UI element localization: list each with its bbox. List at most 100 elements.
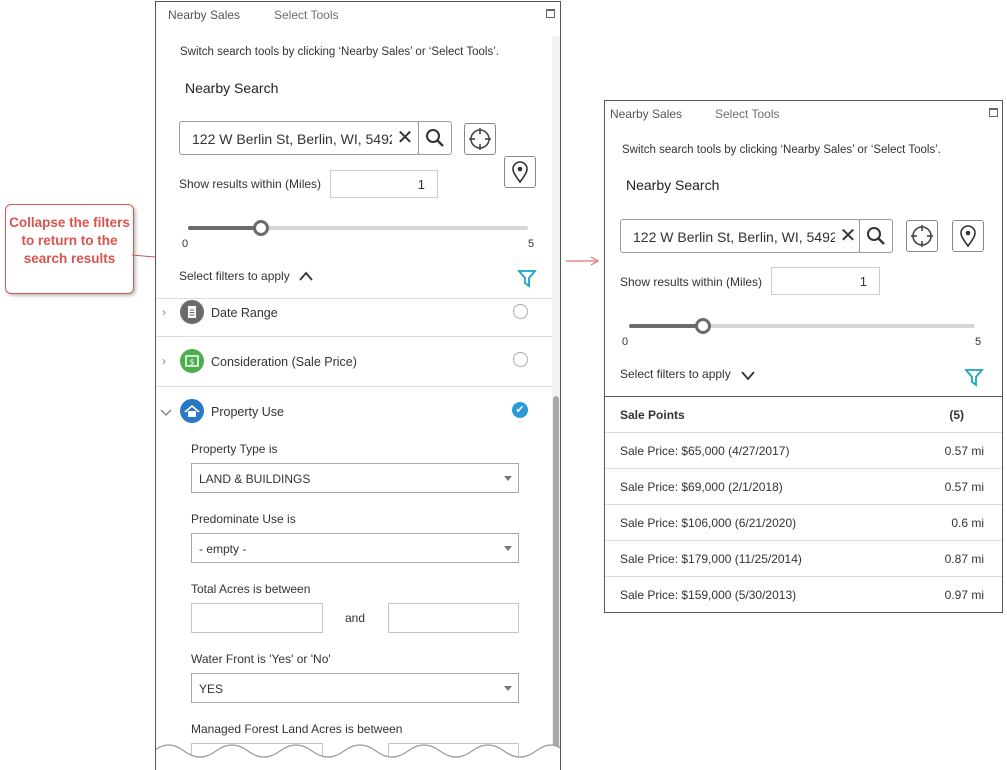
radius-slider-handle[interactable] [695, 318, 711, 334]
tab-nearby-sales[interactable]: Nearby Sales [168, 8, 240, 22]
result-label: Sale Price: $106,000 (6/21/2020) [620, 516, 797, 530]
crosshair-icon [469, 128, 491, 150]
money-icon: $ [180, 349, 204, 373]
radius-slider-handle[interactable] [253, 220, 269, 236]
section-title: Nearby Search [626, 177, 720, 193]
result-row[interactable]: Sale Price: $179,000 (11/25/2014) 0.87 m… [605, 540, 1002, 576]
clear-icon[interactable]: ✕ [839, 226, 857, 246]
property-type-label: Property Type is [191, 442, 278, 456]
property-type-value: LAND & BUILDINGS [199, 472, 311, 486]
result-row[interactable]: Sale Price: $159,000 (5/30/2013) 0.97 mi [605, 576, 1002, 612]
property-icon [180, 399, 204, 423]
slider-min-label: 0 [622, 336, 629, 348]
chevron-right-icon[interactable]: › [162, 354, 166, 368]
search-button[interactable] [418, 121, 452, 155]
result-row[interactable]: Sale Price: $106,000 (6/21/2020) 0.6 mi [605, 504, 1002, 540]
search-button[interactable] [859, 219, 893, 253]
locate-button[interactable] [906, 220, 938, 252]
address-value: 122 W Berlin St, Berlin, WI, 5492 [192, 131, 392, 147]
chevron-down-icon[interactable] [160, 408, 172, 418]
result-distance: 0.6 mi [951, 516, 984, 530]
tools-hint: Switch search tools by clicking ‘Nearby … [622, 144, 941, 156]
radius-value: 1 [859, 274, 867, 289]
dropdown-arrow-icon [504, 546, 512, 551]
map-pin-icon [512, 161, 528, 184]
results-title: Sale Points [620, 408, 685, 422]
total-acres-label: Total Acres is between [191, 582, 311, 596]
predominate-use-select[interactable]: - empty - [191, 533, 519, 563]
tab-select-tools[interactable]: Select Tools [715, 107, 779, 121]
filter-radio[interactable] [513, 352, 528, 367]
water-front-select[interactable]: YES [191, 673, 519, 703]
scrollbar-thumb[interactable] [553, 396, 559, 770]
radius-input[interactable]: 1 [771, 267, 880, 295]
checkmark-icon[interactable]: ✔ [512, 402, 528, 418]
callout-text: Collapse the filters to return to the se… [9, 215, 130, 266]
filter-row-property-use[interactable]: Property Use ✔ Property Type is LAND & B… [156, 386, 552, 770]
locate-button[interactable] [464, 123, 496, 155]
document-icon [180, 300, 204, 324]
results-header: Sale Points (5) [605, 396, 1002, 432]
clear-icon[interactable]: ✕ [396, 128, 414, 148]
total-acres-min-input[interactable] [191, 603, 323, 633]
map-pin-icon [960, 225, 976, 248]
predominate-use-label: Predominate Use is [191, 512, 296, 526]
right-panel: Nearby Sales Select Tools Switch search … [604, 100, 1003, 613]
chevron-right-icon[interactable]: › [162, 305, 166, 319]
result-distance: 0.97 mi [944, 588, 984, 602]
water-front-value: YES [199, 682, 224, 696]
filter-icon[interactable] [516, 267, 538, 289]
radius-slider-fill [188, 226, 261, 230]
map-pin-button[interactable] [952, 220, 984, 252]
maximize-icon[interactable] [989, 108, 998, 117]
result-label: Sale Price: $179,000 (11/25/2014) [620, 552, 802, 566]
radius-value: 1 [417, 177, 425, 192]
dropdown-arrow-icon [504, 476, 512, 481]
property-type-select[interactable]: LAND & BUILDINGS [191, 463, 519, 493]
left-panel: Nearby Sales Select Tools Switch search … [155, 1, 561, 770]
radius-slider-fill [629, 324, 703, 328]
section-title: Nearby Search [185, 80, 279, 96]
result-label: Sale Price: $65,000 (4/27/2017) [620, 444, 790, 458]
filters-toggle[interactable]: Select filters to apply [179, 269, 290, 283]
filter-label: Date Range [211, 306, 278, 320]
predominate-use-value: - empty - [199, 542, 247, 556]
slider-max-label: 5 [975, 336, 982, 348]
radius-input[interactable]: 1 [330, 170, 438, 198]
slider-min-label: 0 [182, 238, 189, 250]
svg-text:$: $ [189, 358, 194, 367]
address-value: 122 W Berlin St, Berlin, WI, 5492 [633, 229, 835, 245]
tools-hint: Switch search tools by clicking ‘Nearby … [180, 46, 499, 58]
address-input[interactable]: 122 W Berlin St, Berlin, WI, 5492 ✕ [620, 219, 860, 253]
filter-icon[interactable] [963, 366, 985, 388]
filter-row-consideration[interactable]: › $ Consideration (Sale Price) [156, 336, 552, 386]
result-distance: 0.87 mi [944, 552, 984, 566]
tab-select-tools[interactable]: Select Tools [274, 8, 338, 22]
search-icon [867, 227, 885, 245]
filter-radio[interactable] [513, 304, 528, 319]
total-acres-max-input[interactable] [388, 603, 519, 633]
address-input[interactable]: 122 W Berlin St, Berlin, WI, 5492 ✕ [179, 121, 419, 155]
result-row[interactable]: Sale Price: $65,000 (4/27/2017) 0.57 mi [605, 432, 1002, 468]
crosshair-icon [911, 225, 933, 247]
result-distance: 0.57 mi [944, 444, 984, 458]
connector-arrow [566, 256, 600, 266]
torn-edge [156, 744, 560, 770]
managed-forest-label: Managed Forest Land Acres is between [191, 722, 403, 736]
result-row[interactable]: Sale Price: $69,000 (2/1/2018) 0.57 mi [605, 468, 1002, 504]
chevron-down-icon[interactable] [740, 369, 756, 381]
tab-nearby-sales[interactable]: Nearby Sales [610, 107, 682, 121]
maximize-icon[interactable] [546, 9, 555, 18]
filters-toggle[interactable]: Select filters to apply [620, 367, 731, 381]
radius-label: Show results within (Miles) [620, 275, 763, 289]
water-front-label: Water Front is 'Yes' or 'No' [191, 652, 331, 666]
chevron-up-icon[interactable] [298, 270, 314, 282]
filter-label: Consideration (Sale Price) [211, 355, 357, 369]
filter-label: Property Use [211, 405, 284, 419]
and-label: and [345, 611, 366, 625]
result-label: Sale Price: $159,000 (5/30/2013) [620, 588, 797, 602]
result-distance: 0.57 mi [944, 480, 984, 494]
scrollbar[interactable] [552, 36, 560, 770]
tab-bar: Nearby Sales Select Tools [605, 101, 1002, 125]
map-pin-button[interactable] [504, 156, 536, 188]
